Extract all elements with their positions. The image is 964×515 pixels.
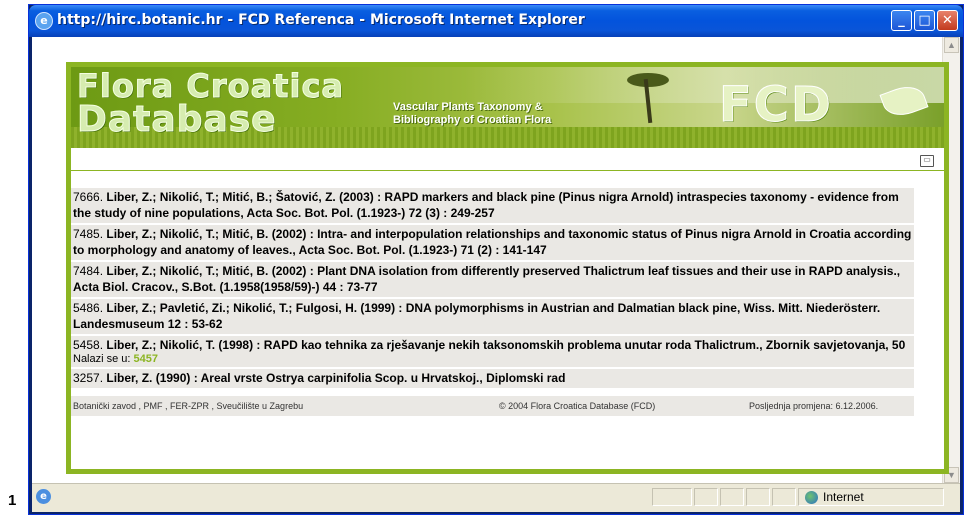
entry-citation[interactable]: Liber, Z. (1990) : Areal vrste Ostrya ca… xyxy=(106,371,565,385)
maximize-button[interactable]: □ xyxy=(914,10,935,31)
status-cell xyxy=(694,488,718,506)
zone-label: Internet xyxy=(823,490,864,504)
logo-line1: Flora Croatica xyxy=(77,67,344,105)
subtitle-line1: Vascular Plants Taxonomy & xyxy=(393,101,543,113)
fcd-page-frame: Flora Croatica Database Vascular Plants … xyxy=(66,62,949,474)
internet-zone-icon xyxy=(805,491,818,504)
page-content: Flora Croatica Database Vascular Plants … xyxy=(71,67,944,469)
entry-citation[interactable]: Liber, Z.; Nikolić, T.; Mitić, B.; Šatov… xyxy=(73,190,899,220)
stray-character: 1 xyxy=(8,492,17,509)
header-banner: Flora Croatica Database Vascular Plants … xyxy=(71,67,944,148)
browser-viewport: ▲ ▼ Flora Croatica Database Vascular Pla… xyxy=(32,37,960,512)
located-link[interactable]: 5457 xyxy=(134,353,158,365)
print-icon[interactable]: ▭ xyxy=(920,155,934,167)
reference-entry: 5486. Liber, Z.; Pavletić, Zi.; Nikolić,… xyxy=(71,299,914,336)
entry-number: 5486. xyxy=(73,301,104,315)
entry-number: 7484. xyxy=(73,264,104,278)
page-footer: Botanički zavod , PMF , FER-ZPR , Sveuči… xyxy=(71,396,914,416)
security-zone: Internet xyxy=(798,488,944,506)
reference-list: 7666. Liber, Z.; Nikolić, T.; Mitić, B.;… xyxy=(71,188,914,390)
window-title: http://hirc.botanic.hr - FCD Referenca -… xyxy=(57,12,585,28)
entry-citation[interactable]: Liber, Z.; Nikolić, T.; Mitić, B. (2002)… xyxy=(73,264,900,294)
entry-citation[interactable]: Liber, Z.; Pavletić, Zi.; Nikolić, T.; F… xyxy=(73,301,880,331)
entry-number: 7485. xyxy=(73,227,104,241)
title-bar[interactable]: e http://hirc.botanic.hr - FCD Referenca… xyxy=(29,5,963,37)
footer-last-change: Posljednja promjena: 6.12.2006. xyxy=(749,401,879,411)
reference-entry: 7485. Liber, Z.; Nikolić, T.; Mitić, B. … xyxy=(71,225,914,262)
entry-number: 3257. xyxy=(73,371,104,385)
minimize-button[interactable]: _ xyxy=(891,10,912,31)
reference-entry: 3257. Liber, Z. (1990) : Areal vrste Ost… xyxy=(71,369,914,390)
logo-line2: Database xyxy=(77,99,277,140)
close-button[interactable]: ✕ xyxy=(937,10,958,31)
located-in: Nalazi se u: 5457 xyxy=(73,353,912,365)
entry-citation[interactable]: Liber, Z.; Nikolić, T.; Mitić, B. (2002)… xyxy=(73,227,911,257)
fcd-logo: FCD xyxy=(719,77,833,134)
entry-number: 5458. xyxy=(73,338,104,352)
reference-entry: 7484. Liber, Z.; Nikolić, T.; Mitić, B. … xyxy=(71,262,914,299)
footer-copyright: © 2004 Flora Croatica Database (FCD) xyxy=(499,401,656,411)
scroll-up-arrow-icon[interactable]: ▲ xyxy=(944,37,959,53)
flora-croatica-logo[interactable]: Flora Croatica Database xyxy=(77,67,344,140)
status-cell xyxy=(772,488,796,506)
reference-entry: 5458. Liber, Z.; Nikolić, T. (1998) : RA… xyxy=(71,336,914,369)
browser-window: e http://hirc.botanic.hr - FCD Referenca… xyxy=(28,4,964,515)
toolbar-row: ▭ xyxy=(71,154,944,171)
entry-citation[interactable]: Liber, Z.; Nikolić, T. (1998) : RAPD kao… xyxy=(106,338,905,352)
status-bar: e Internet xyxy=(32,483,960,512)
subtitle-line2: Bibliography of Croatian Flora xyxy=(393,114,552,126)
status-cell xyxy=(720,488,744,506)
reference-entry: 7666. Liber, Z.; Nikolić, T.; Mitić, B.;… xyxy=(71,188,914,225)
header-subtitle: Vascular Plants Taxonomy & Bibliography … xyxy=(393,101,551,127)
page-status-icon: e xyxy=(36,489,51,504)
ie-logo-icon: e xyxy=(35,12,53,30)
footer-institution: Botanički zavod , PMF , FER-ZPR , Sveuči… xyxy=(73,401,304,411)
status-cell xyxy=(746,488,770,506)
status-cell xyxy=(652,488,692,506)
entry-number: 7666. xyxy=(73,190,104,204)
located-label: Nalazi se u: xyxy=(73,353,131,365)
